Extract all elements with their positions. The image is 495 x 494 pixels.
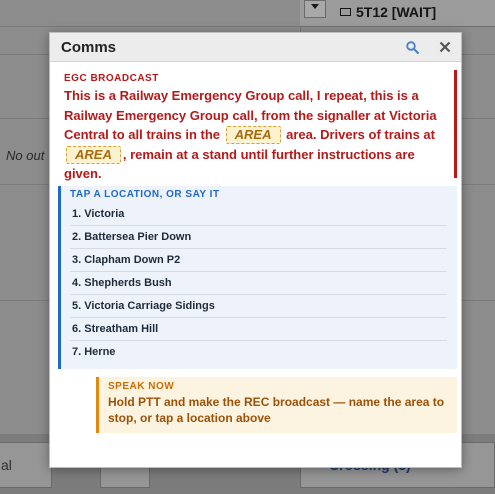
bg-train-tag: 5T12 [WAIT] xyxy=(340,4,436,20)
bg-tab-left: al xyxy=(0,442,52,488)
location-item[interactable]: 6. Streatham Hill xyxy=(70,318,447,341)
search-icon[interactable] xyxy=(406,41,419,54)
location-item[interactable]: 2. Battersea Pier Down xyxy=(70,226,447,249)
bg-dropdown-button xyxy=(304,0,326,18)
location-list-label: TAP A LOCATION, OR SAY IT xyxy=(70,189,220,200)
location-item[interactable]: 4. Shepherds Bush xyxy=(70,272,447,295)
location-item[interactable]: 7. Herne xyxy=(70,341,447,363)
mail-icon xyxy=(340,8,351,16)
egc-broadcast-panel: EGC BROADCAST This is a Railway Emergenc… xyxy=(61,70,457,181)
close-icon[interactable] xyxy=(439,41,451,53)
egc-broadcast-label: EGC BROADCAST xyxy=(64,73,159,84)
location-item[interactable]: 1. Victoria xyxy=(70,203,447,226)
location-item[interactable]: 5. Victoria Carriage Sidings xyxy=(70,295,447,318)
chevron-down-icon xyxy=(311,4,319,9)
egc-broadcast-text: This is a Railway Emergency Group call, … xyxy=(64,88,437,181)
speak-now-panel: SPEAK NOW Hold PTT and make the REC broa… xyxy=(96,377,457,433)
bg-no-output-text: No out xyxy=(6,148,45,163)
modal-title: Comms xyxy=(61,39,117,56)
modal-titlebar: Comms xyxy=(50,33,461,62)
location-item[interactable]: 3. Clapham Down P2 xyxy=(70,249,447,272)
speak-now-instructions: Hold PTT and make the REC broadcast — na… xyxy=(108,395,445,425)
area-placeholder-chip[interactable]: AREA xyxy=(225,126,281,144)
speak-now-label: SPEAK NOW xyxy=(108,381,175,392)
area-placeholder-chip[interactable]: AREA xyxy=(66,145,121,164)
location-list-panel: TAP A LOCATION, OR SAY IT 1. Victoria 2.… xyxy=(58,186,457,369)
comms-modal: Comms EGC BROADCAST This is a Railway Em… xyxy=(49,32,462,468)
